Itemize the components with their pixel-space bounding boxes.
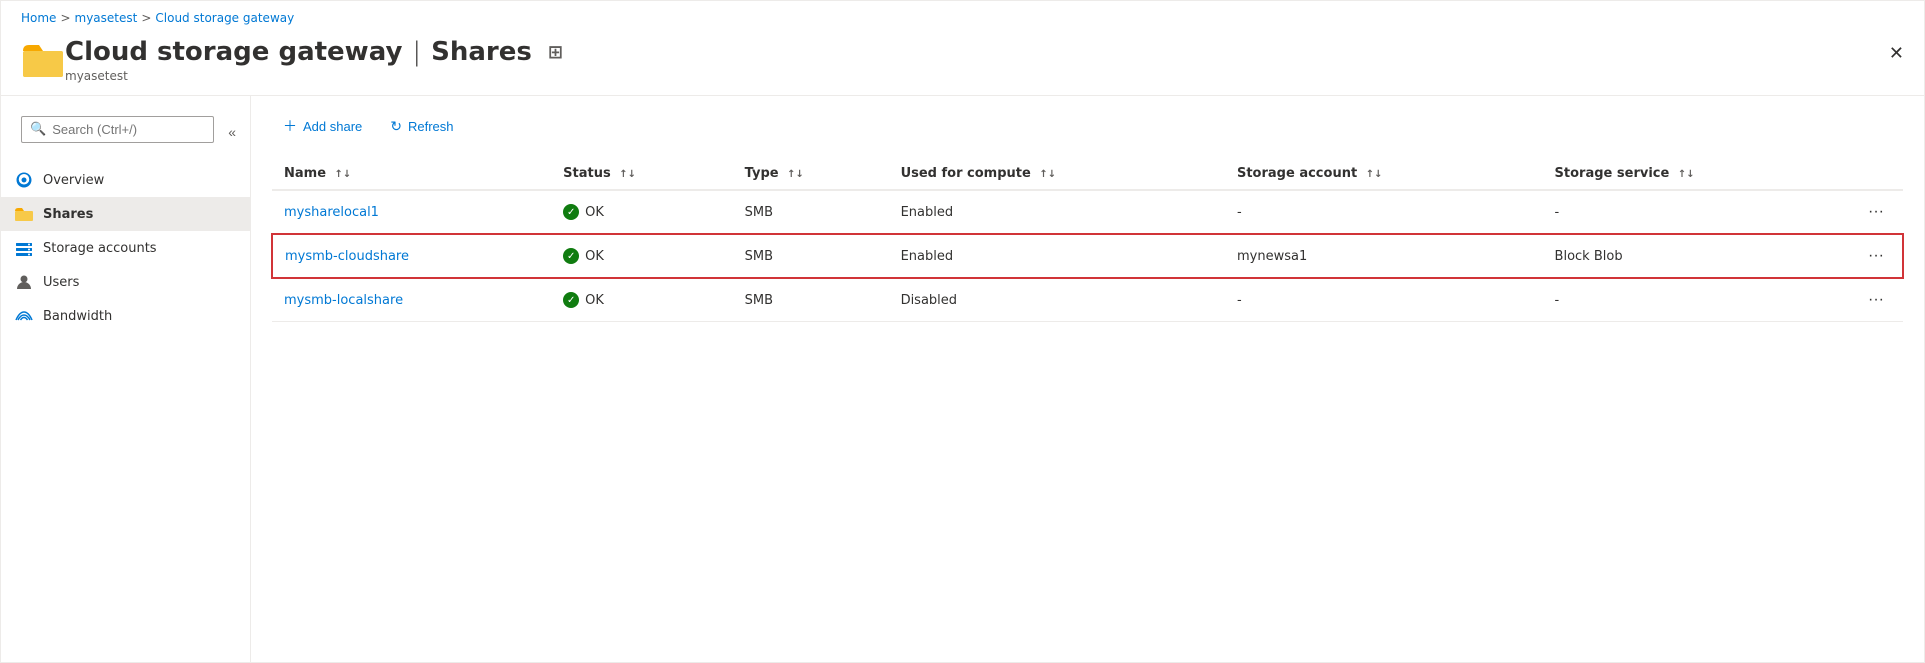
col-used-for-compute[interactable]: Used for compute ↑↓ <box>889 158 1225 190</box>
search-box: 🔍 <box>21 116 214 143</box>
name-sort-icon: ↑↓ <box>335 169 352 180</box>
breadcrumb-current[interactable]: Cloud storage gateway <box>155 11 294 25</box>
overview-icon <box>15 171 33 189</box>
cell-name[interactable]: mysmb-localshare <box>272 278 551 322</box>
cell-storage-account: - <box>1225 190 1543 234</box>
col-storage-service[interactable]: Storage service ↑↓ <box>1543 158 1850 190</box>
sidebar-item-users[interactable]: Users <box>1 265 250 299</box>
status-ok-icon <box>563 248 579 264</box>
cell-status: OK <box>551 278 732 322</box>
table-row[interactable]: mysmb-localshareOKSMBDisabled--··· <box>272 278 1903 322</box>
cell-status: OK <box>551 190 732 234</box>
col-name[interactable]: Name ↑↓ <box>272 158 551 190</box>
header-title: Cloud storage gateway | Shares ⊞ <box>65 37 563 67</box>
main-container: Home > myasetest > Cloud storage gateway… <box>0 0 1925 663</box>
main-content: ＋ Add share ↻ Refresh Name ↑↓ <box>251 96 1924 662</box>
page-header: Cloud storage gateway | Shares ⊞ myasete… <box>1 31 1924 95</box>
breadcrumb-home[interactable]: Home <box>21 11 56 25</box>
row-more-button[interactable]: ··· <box>1862 289 1890 311</box>
table-row[interactable]: mysmb-cloudshareOKSMBEnabledmynewsa1Bloc… <box>272 234 1903 278</box>
sidebar-item-bandwidth[interactable]: Bandwidth <box>1 299 250 333</box>
cell-type: SMB <box>733 190 889 234</box>
status-ok-icon <box>563 292 579 308</box>
cell-more-actions[interactable]: ··· <box>1850 234 1903 278</box>
type-sort-icon: ↑↓ <box>787 169 804 180</box>
collapse-sidebar-button[interactable]: « <box>224 122 240 142</box>
col-storage-account[interactable]: Storage account ↑↓ <box>1225 158 1543 190</box>
add-icon: ＋ <box>283 116 297 136</box>
breadcrumb-sep2: > <box>141 11 151 25</box>
cell-type: SMB <box>733 234 889 278</box>
search-icon: 🔍 <box>30 122 46 137</box>
sidebar-item-storage-label: Storage accounts <box>43 241 157 256</box>
sidebar: 🔍 « Overview Shares <box>1 96 251 662</box>
storage-account-sort-icon: ↑↓ <box>1366 169 1383 180</box>
folder-icon <box>21 37 65 81</box>
compute-sort-icon: ↑↓ <box>1039 169 1056 180</box>
sidebar-item-bandwidth-label: Bandwidth <box>43 309 112 324</box>
shares-table: Name ↑↓ Status ↑↓ Type ↑↓ Used for com <box>271 158 1904 322</box>
sidebar-item-overview[interactable]: Overview <box>1 163 250 197</box>
cell-used-for-compute: Enabled <box>889 234 1225 278</box>
storage-service-sort-icon: ↑↓ <box>1678 169 1695 180</box>
sidebar-item-users-label: Users <box>43 275 79 290</box>
search-input[interactable] <box>52 122 205 137</box>
sidebar-item-shares-label: Shares <box>43 207 93 222</box>
cell-storage-service: - <box>1543 190 1850 234</box>
cell-type: SMB <box>733 278 889 322</box>
breadcrumb-myasetest[interactable]: myasetest <box>75 11 138 25</box>
sidebar-item-shares[interactable]: Shares <box>1 197 250 231</box>
add-share-label: Add share <box>303 119 362 134</box>
header-separator: | <box>412 37 421 67</box>
sidebar-item-overview-label: Overview <box>43 173 104 188</box>
breadcrumb-sep1: > <box>60 11 70 25</box>
col-actions <box>1850 158 1903 190</box>
table-row[interactable]: mysharelocal1OKSMBEnabled--··· <box>272 190 1903 234</box>
refresh-label: Refresh <box>408 119 454 134</box>
bandwidth-icon <box>15 307 33 325</box>
sidebar-item-storage-accounts[interactable]: Storage accounts <box>1 231 250 265</box>
breadcrumb: Home > myasetest > Cloud storage gateway <box>1 1 1924 31</box>
refresh-icon: ↻ <box>390 118 402 135</box>
row-more-button[interactable]: ··· <box>1862 201 1890 223</box>
status-ok-icon <box>563 204 579 220</box>
header-title-main: Cloud storage gateway <box>65 37 402 67</box>
header-title-section: Shares <box>431 37 532 67</box>
page-body: 🔍 « Overview Shares <box>1 95 1924 662</box>
row-more-button[interactable]: ··· <box>1862 245 1890 267</box>
cell-storage-account: mynewsa1 <box>1225 234 1543 278</box>
shares-icon <box>15 205 33 223</box>
cell-storage-service: - <box>1543 278 1850 322</box>
status-sort-icon: ↑↓ <box>619 169 636 180</box>
col-type[interactable]: Type ↑↓ <box>733 158 889 190</box>
toolbar: ＋ Add share ↻ Refresh <box>271 110 1904 142</box>
cell-used-for-compute: Disabled <box>889 278 1225 322</box>
users-icon <box>15 273 33 291</box>
table-header-row: Name ↑↓ Status ↑↓ Type ↑↓ Used for com <box>272 158 1903 190</box>
cell-more-actions[interactable]: ··· <box>1850 190 1903 234</box>
header-subtitle: myasetest <box>65 69 563 83</box>
cell-name[interactable]: mysharelocal1 <box>272 190 551 234</box>
pin-icon[interactable]: ⊞ <box>548 42 563 63</box>
close-button[interactable]: ✕ <box>1885 39 1908 68</box>
col-status[interactable]: Status ↑↓ <box>551 158 732 190</box>
cell-name[interactable]: mysmb-cloudshare <box>272 234 551 278</box>
storage-accounts-icon <box>15 239 33 257</box>
cell-used-for-compute: Enabled <box>889 190 1225 234</box>
cell-storage-service: Block Blob <box>1543 234 1850 278</box>
cell-more-actions[interactable]: ··· <box>1850 278 1903 322</box>
header-title-block: Cloud storage gateway | Shares ⊞ myasete… <box>65 37 563 83</box>
refresh-button[interactable]: ↻ Refresh <box>378 112 465 141</box>
add-share-button[interactable]: ＋ Add share <box>271 110 374 142</box>
cell-status: OK <box>551 234 732 278</box>
cell-storage-account: - <box>1225 278 1543 322</box>
